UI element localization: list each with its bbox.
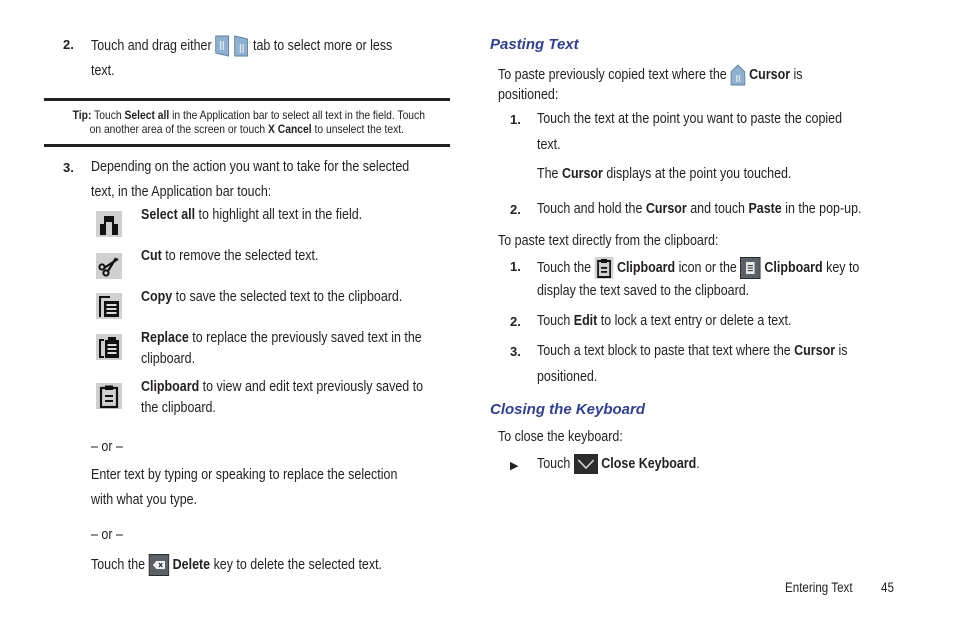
step-number: 1.	[510, 112, 521, 127]
section-heading-pasting-text: Pasting Text	[490, 36, 579, 53]
tip-box: Tip: Touch Select all in the Application…	[72, 108, 425, 136]
clipboard-step-3-line-2: positioned.	[537, 369, 598, 385]
step-number: 2.	[510, 314, 521, 329]
action-clipboard-line-1: Clipboard to view and edit text previous…	[141, 379, 424, 395]
clipboard-step-2: Touch Edit to lock a text entry or delet…	[537, 313, 792, 329]
step-number: 2.	[63, 37, 74, 52]
paste-step-2: Touch and hold the Cursor and touch Past…	[537, 201, 862, 217]
close-intro: To close the keyboard:	[498, 429, 623, 445]
cut-icon	[96, 253, 122, 279]
pasting-intro-line-1: To paste previously copied text where th…	[498, 64, 852, 86]
or-separator: – or –	[91, 439, 123, 455]
paste-step-1-note: The Cursor displays at the point you tou…	[537, 166, 792, 182]
clipboard-icon	[594, 257, 614, 279]
cursor-icon	[730, 64, 746, 86]
clipboard-step-1-line-2: display the text saved to the clipboard.	[537, 283, 750, 299]
step-2-line-1: Touch and drag either tab to select more…	[91, 35, 441, 57]
bullet-arrow-icon: ▶	[510, 460, 519, 472]
step-3-line-2: text, in the Application bar touch:	[91, 184, 272, 200]
action-select-all: Select all to highlight all text in the …	[141, 207, 363, 223]
page-number: 45	[881, 580, 894, 595]
step-number: 3.	[63, 160, 74, 175]
clipboard-key-icon	[740, 257, 761, 279]
tip-bottom-rule	[44, 144, 450, 147]
delete-key-icon	[148, 554, 170, 576]
or-separator: – or –	[91, 527, 123, 543]
copy-icon	[96, 293, 122, 319]
action-cut: Cut to remove the selected text.	[141, 248, 319, 264]
left-selection-tab-icon	[215, 35, 230, 57]
close-keyboard-icon	[573, 454, 598, 474]
footer-section-title: Entering Text	[785, 580, 853, 595]
action-copy: Copy to save the selected text to the cl…	[141, 289, 403, 305]
step-2-line-2: text.	[91, 63, 115, 79]
clipboard-icon	[96, 383, 122, 409]
replace-icon	[96, 334, 122, 360]
enter-text-line-2: with what you type.	[91, 492, 198, 508]
clipboard-step-3-line-1: Touch a text block to paste that text wh…	[537, 343, 848, 359]
close-step: Touch Close Keyboard.	[537, 454, 726, 474]
tip-top-rule	[44, 98, 450, 101]
section-heading-closing-keyboard: Closing the Keyboard	[490, 401, 646, 418]
action-replace-line-1: Replace to replace the previously saved …	[141, 330, 422, 346]
step-number: 1.	[510, 259, 521, 274]
clipboard-step-1-line-1: Touch the Clipboard icon or the Clipboar…	[537, 257, 912, 279]
action-replace-line-2: clipboard.	[141, 351, 196, 367]
paste-step-1-line-1: Touch the text at the point you want to …	[537, 111, 843, 127]
step-number: 3.	[510, 344, 521, 359]
action-clipboard-line-2: the clipboard.	[141, 400, 216, 416]
step-3-line-1: Depending on the action you want to take…	[91, 159, 410, 175]
enter-text-line-1: Enter text by typing or speaking to repl…	[91, 467, 398, 483]
right-selection-tab-icon	[234, 35, 249, 57]
delete-instruction: Touch the Delete key to delete the selec…	[91, 554, 429, 576]
pasting-intro-line-2: positioned:	[498, 87, 559, 103]
select-all-icon	[96, 211, 122, 237]
paste-step-1-line-2: text.	[537, 137, 561, 153]
step-number: 2.	[510, 202, 521, 217]
clipboard-intro: To paste text directly from the clipboar…	[498, 233, 719, 249]
